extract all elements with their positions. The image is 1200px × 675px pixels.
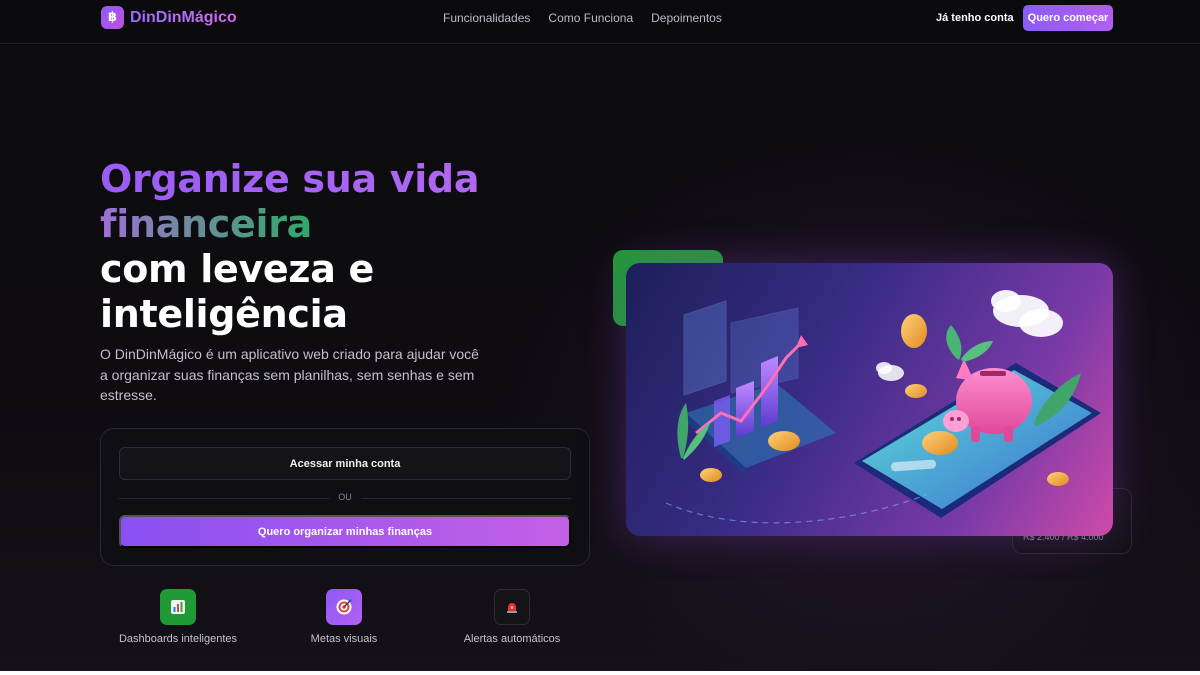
get-started-button[interactable]: Quero começar (1023, 5, 1113, 31)
organize-finances-button[interactable]: Quero organizar minhas finanças (119, 515, 571, 548)
nav-links: Funcionalidades Como Funciona Depoimento… (443, 11, 722, 25)
top-navbar: ฿ DinDinMágico Funcionalidades Como Func… (0, 0, 1200, 44)
feature-label: Dashboards inteligentes (118, 633, 238, 645)
hero-title-line-2: financeira (100, 202, 313, 246)
floating-screen (683, 300, 727, 396)
feature-label: Metas visuais (310, 633, 378, 645)
feature-goals: Metas visuais (264, 589, 424, 645)
nav-link-depoimentos[interactable]: Depoimentos (651, 11, 722, 25)
feature-dashboards: Dashboards inteligentes (98, 589, 258, 645)
divider-right (361, 498, 571, 499)
cloud-icon (991, 290, 1063, 337)
brand-name: DinDinMágico (130, 8, 237, 26)
plant-left (677, 403, 689, 458)
auth-card: Acessar minha conta OU Quero organizar m… (100, 428, 590, 566)
hero-description: O DinDinMágico é um aplicativo web criad… (100, 346, 479, 403)
divider-left (119, 498, 329, 499)
login-link[interactable]: Já tenho conta (936, 12, 1014, 24)
bar-chart-icon (160, 589, 196, 625)
landing-page: ฿ DinDinMágico Funcionalidades Como Func… (0, 0, 1200, 671)
coin (768, 431, 800, 451)
finance-illustration-image (665, 290, 1101, 524)
hero-title-line-1: Organize sua vida (100, 157, 570, 202)
hero-title-line-4: inteligência (100, 292, 348, 336)
feature-label: Alertas automáticos (463, 633, 561, 645)
nav-link-como-funciona[interactable]: Como Funciona (548, 11, 633, 25)
hero-title-line-3: com leveza e (100, 247, 374, 291)
nav-link-funcionalidades[interactable]: Funcionalidades (443, 11, 530, 25)
divider-or-label: OU (338, 492, 352, 502)
alarm-icon (494, 589, 530, 625)
page-bottom-edge (0, 671, 1200, 675)
feature-list: Dashboards inteligentes Metas visuais Al… (100, 589, 590, 649)
hero-title: Organize sua vida financeira com leveza … (100, 157, 570, 337)
brand[interactable]: ฿ DinDinMágico (101, 6, 237, 29)
brand-logo-icon: ฿ (101, 6, 124, 29)
access-account-button[interactable]: Acessar minha conta (119, 447, 571, 480)
feature-alerts: Alertas automáticos (432, 589, 592, 645)
hero-illustration (626, 263, 1113, 536)
target-icon (326, 589, 362, 625)
